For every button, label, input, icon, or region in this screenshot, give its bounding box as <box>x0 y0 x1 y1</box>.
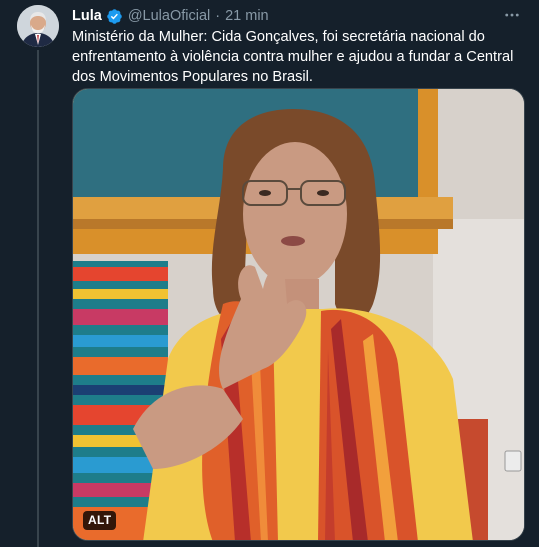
alt-text-badge[interactable]: ALT <box>83 511 117 530</box>
more-options-icon[interactable] <box>501 4 523 26</box>
author-handle[interactable]: @LulaOficial <box>128 8 210 24</box>
tweet[interactable]: Lula @LulaOficial · 21 min Ministério da… <box>0 0 539 547</box>
separator-dot: · <box>215 8 221 24</box>
tweet-photo[interactable]: ALT <box>72 88 525 541</box>
tweet-text: Ministério da Mulher: Cida Gonçalves, fo… <box>72 29 514 85</box>
thread-line <box>37 50 39 547</box>
verified-badge-icon <box>106 8 123 25</box>
avatar[interactable] <box>17 5 59 47</box>
tweet-timestamp[interactable]: 21 min <box>225 8 269 24</box>
tweet-header: Lula @LulaOficial · 21 min <box>72 6 523 26</box>
author-name[interactable]: Lula <box>72 8 102 24</box>
photo-image <box>73 89 524 540</box>
